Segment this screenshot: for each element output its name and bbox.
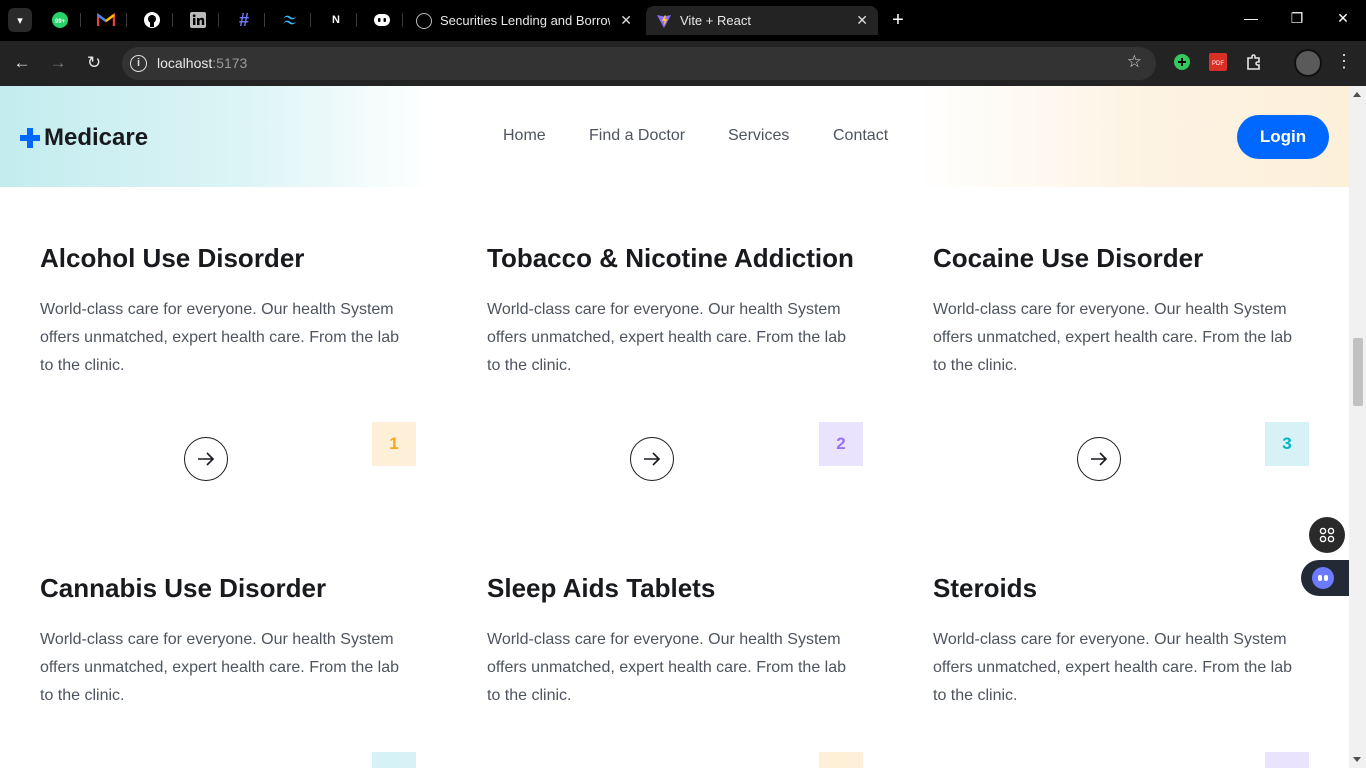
assistant-widget[interactable] xyxy=(1301,560,1349,596)
service-number-badge xyxy=(1265,752,1309,768)
service-title: Alcohol Use Disorder xyxy=(40,243,305,273)
arrow-right-icon xyxy=(1091,452,1108,466)
gmail-icon[interactable] xyxy=(95,9,117,31)
service-description: World-class care for everyone. Our healt… xyxy=(487,301,847,374)
nextjs-icon[interactable]: N xyxy=(325,9,347,31)
tab-separator xyxy=(80,13,81,27)
tab-title: Securities Lending and Borrowin xyxy=(440,13,610,28)
service-arrow-button[interactable] xyxy=(184,437,228,481)
assistant-bot-icon xyxy=(1312,567,1334,589)
service-card: Steroids World-class care for everyone. … xyxy=(933,573,1310,710)
arrow-right-icon xyxy=(644,452,661,466)
restore-icon[interactable]: ❐ xyxy=(1287,10,1307,27)
close-icon[interactable]: ✕ xyxy=(856,12,868,29)
tailwind-icon[interactable] xyxy=(279,9,301,31)
site-info-icon[interactable]: i xyxy=(130,55,147,72)
scroll-up-icon[interactable] xyxy=(1353,92,1361,97)
bookmark-star-icon[interactable]: ☆ xyxy=(1127,52,1142,72)
service-title: Cannabis Use Disorder xyxy=(40,573,327,603)
page-viewport: Medicare Home Find a Doctor Services Con… xyxy=(0,86,1366,768)
medical-cross-icon xyxy=(20,128,40,148)
service-title: Cocaine Use Disorder xyxy=(933,243,1204,273)
login-button[interactable]: Login xyxy=(1237,115,1329,159)
tab-separator xyxy=(218,13,219,27)
service-description: World-class care for everyone. Our healt… xyxy=(933,631,1293,704)
tab-securities-lending[interactable]: Securities Lending and Borrowin ✕ xyxy=(406,6,642,35)
tab-separator xyxy=(356,13,357,27)
new-tab-button[interactable]: + xyxy=(886,9,910,33)
service-title: Steroids xyxy=(933,573,1038,603)
tab-separator xyxy=(126,13,127,27)
page-scrollbar[interactable] xyxy=(1349,86,1366,768)
whatsapp-badge: 99+ xyxy=(55,19,66,25)
minimize-icon[interactable]: — xyxy=(1241,10,1261,26)
tab-separator xyxy=(402,13,403,27)
service-number-badge: 1 xyxy=(372,422,416,466)
service-card: Cocaine Use Disorder World-class care fo… xyxy=(933,243,1310,380)
service-description: World-class care for everyone. Our healt… xyxy=(933,301,1293,374)
scrollbar-thumb[interactable] xyxy=(1353,338,1363,406)
forward-button[interactable]: → xyxy=(47,52,69,74)
tab-separator xyxy=(264,13,265,27)
vite-icon xyxy=(657,14,671,28)
service-description: World-class care for everyone. Our healt… xyxy=(487,631,847,704)
browser-tab-bar: ▾ 99+ # N Securities Lending and Borrowi… xyxy=(0,0,1366,41)
service-description: World-class care for everyone. Our healt… xyxy=(40,301,400,374)
add-extension-icon[interactable] xyxy=(1172,52,1192,72)
nav-services[interactable]: Services xyxy=(728,127,789,145)
service-arrow-button[interactable] xyxy=(630,437,674,481)
arrow-right-icon xyxy=(198,452,215,466)
scroll-down-icon[interactable] xyxy=(1353,757,1361,762)
nav-find-doctor[interactable]: Find a Doctor xyxy=(589,127,685,145)
tab-search-button[interactable]: ▾ xyxy=(8,8,32,32)
close-icon[interactable]: ✕ xyxy=(620,12,632,29)
service-title: Sleep Aids Tablets xyxy=(487,573,716,603)
tab-vite-react[interactable]: Vite + React ✕ xyxy=(646,6,878,35)
service-number-badge: 2 xyxy=(819,422,863,466)
nav-contact[interactable]: Contact xyxy=(833,127,888,145)
nav-home[interactable]: Home xyxy=(503,127,546,145)
profile-avatar[interactable] xyxy=(1294,49,1322,77)
url-port: :5173 xyxy=(212,55,248,71)
service-number-badge xyxy=(819,752,863,768)
github-icon[interactable] xyxy=(141,9,163,31)
service-card: Alcohol Use Disorder World-class care fo… xyxy=(40,243,417,380)
hashnode-icon[interactable]: # xyxy=(233,9,255,31)
reload-button[interactable]: ↻ xyxy=(83,52,105,74)
url-text[interactable]: localhost:5173 xyxy=(157,55,247,71)
svg-text:PDF: PDF xyxy=(1212,61,1224,67)
service-number-badge xyxy=(372,752,416,768)
apps-grid-icon[interactable] xyxy=(1309,517,1345,553)
tab-separator xyxy=(310,13,311,27)
close-window-icon[interactable]: ✕ xyxy=(1333,10,1353,27)
whatsapp-icon[interactable]: 99+ xyxy=(49,9,71,31)
linkedin-icon[interactable] xyxy=(187,9,209,31)
globe-icon xyxy=(416,12,432,29)
browser-menu-icon[interactable]: ⋮ xyxy=(1335,51,1353,72)
pdf-icon[interactable]: PDF xyxy=(1208,52,1228,72)
site-header: Medicare Home Find a Doctor Services Con… xyxy=(0,86,1349,187)
address-bar[interactable]: i localhost:5173 ☆ xyxy=(122,47,1156,80)
service-title: Tobacco & Nicotine Addiction xyxy=(487,243,854,273)
copilot-icon[interactable] xyxy=(371,9,393,31)
browser-toolbar: ← → ↻ i localhost:5173 ☆ xyxy=(0,41,1366,86)
tab-separator xyxy=(172,13,173,27)
service-number-badge: 3 xyxy=(1265,422,1309,466)
service-card: Cannabis Use Disorder World-class care f… xyxy=(40,573,417,710)
brand-name: Medicare xyxy=(44,124,149,151)
service-card: Sleep Aids Tablets World-class care for … xyxy=(487,573,864,710)
back-button[interactable]: ← xyxy=(11,52,33,74)
tab-title: Vite + React xyxy=(680,13,751,28)
service-description: World-class care for everyone. Our healt… xyxy=(40,631,400,704)
service-arrow-button[interactable] xyxy=(1077,437,1121,481)
service-card: Tobacco & Nicotine Addiction World-class… xyxy=(487,243,864,380)
puzzle-icon[interactable] xyxy=(1244,52,1264,72)
url-host: localhost xyxy=(157,55,213,71)
site-logo[interactable]: Medicare xyxy=(20,124,148,152)
